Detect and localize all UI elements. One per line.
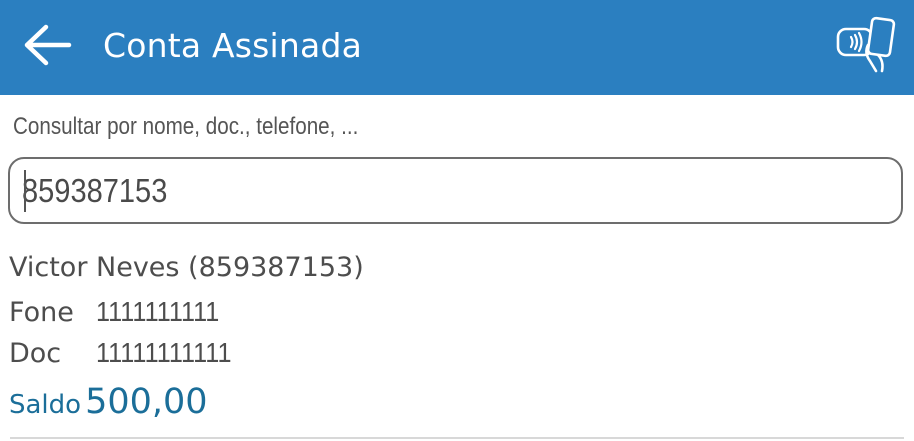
- balance-row: Saldo 500,00: [9, 382, 208, 422]
- document-row: Doc 11111111111: [9, 337, 247, 369]
- arrow-left-icon: [22, 23, 72, 71]
- contactless-payment-button[interactable]: [832, 14, 902, 80]
- divider: [10, 437, 904, 439]
- phone-value: 1111111111: [96, 296, 220, 327]
- balance-value: 500,00: [85, 382, 208, 422]
- contactless-payment-icon: [834, 15, 900, 79]
- document-value: 11111111111: [96, 337, 232, 368]
- phone-row: Fone 1111111111: [9, 296, 233, 328]
- search-field[interactable]: [8, 157, 903, 224]
- customer-name: Victor Neves (859387153): [9, 252, 364, 283]
- search-input[interactable]: [22, 165, 779, 217]
- search-label: Consultar por nome, doc., telefone, ...: [13, 113, 359, 140]
- document-label: Doc: [9, 338, 62, 369]
- phone-label: Fone: [9, 297, 74, 328]
- app-bar: Conta Assinada: [0, 0, 914, 95]
- text-cursor: [24, 170, 26, 212]
- page-title: Conta Assinada: [103, 26, 363, 65]
- balance-label: Saldo: [9, 390, 82, 420]
- result-item[interactable]: Victor Neves (859387153) Fone 1111111111 …: [0, 240, 914, 440]
- back-button[interactable]: [18, 20, 76, 74]
